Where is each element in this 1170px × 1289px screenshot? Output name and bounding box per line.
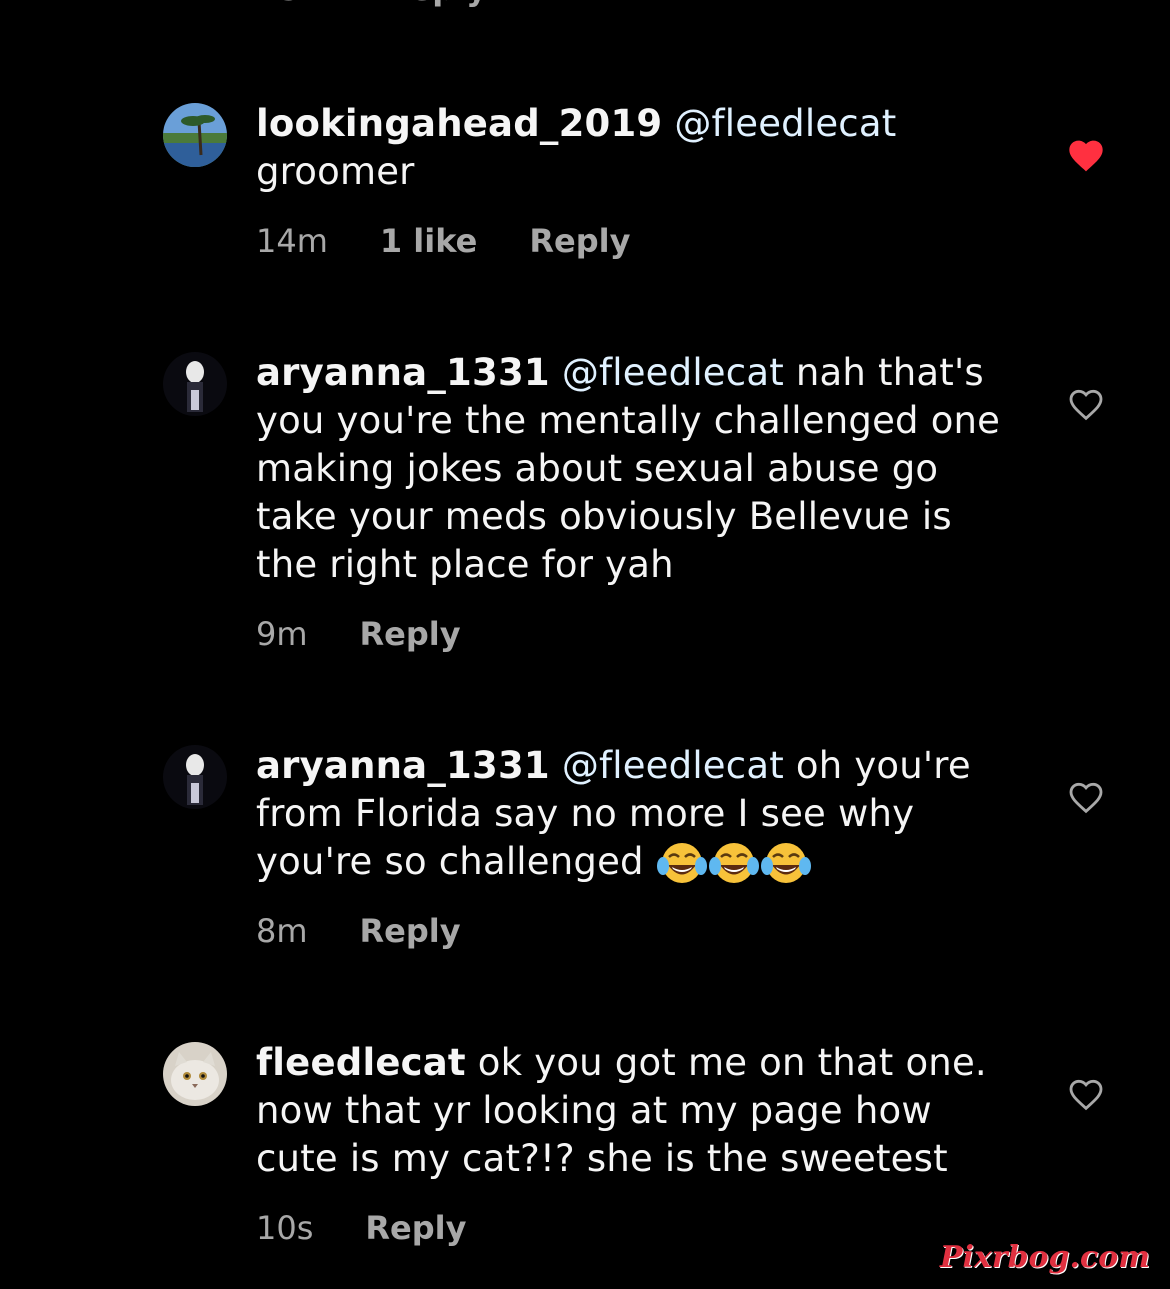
comment-reply-button[interactable]: Reply: [360, 912, 461, 950]
comment-time: 14m: [256, 222, 328, 260]
comment-mention[interactable]: @fleedlecat: [562, 351, 784, 394]
comment-username[interactable]: aryanna_1331: [256, 351, 550, 394]
comment-mention[interactable]: @fleedlecat: [562, 744, 784, 787]
face-with-tears-of-joy-icon: [656, 843, 707, 883]
face-with-tears-of-joy-icon: [708, 843, 759, 883]
comment-reply-button[interactable]: Reply: [365, 1209, 466, 1247]
previous-comment-time: 15m: [256, 0, 334, 8]
heart-outline-icon[interactable]: [1066, 778, 1106, 818]
comment-meta: 9m Reply: [256, 615, 461, 653]
comment-time: 8m: [256, 912, 308, 950]
heart-outline-icon[interactable]: [1066, 385, 1106, 425]
avatar-fleedlecat[interactable]: [163, 1042, 227, 1106]
comment-username[interactable]: lookingahead_2019: [256, 102, 662, 145]
comment-meta: 10s Reply: [256, 1209, 466, 1247]
avatar-aryanna[interactable]: [163, 745, 227, 809]
avatar-aryanna[interactable]: [163, 352, 227, 416]
face-with-tears-of-joy-icon: [760, 843, 811, 883]
comment-time: 9m: [256, 615, 308, 653]
avatar-lookingahead[interactable]: [163, 103, 227, 167]
comment-text: fleedlecat ok you got me on that one. no…: [256, 1039, 1016, 1183]
previous-comment-meta: 15m Reply: [256, 0, 487, 8]
comment-mention[interactable]: @fleedlecat: [674, 102, 896, 145]
comment-text: aryanna_1331 @fleedlecat nah that's you …: [256, 349, 1016, 589]
comment-likes-count[interactable]: 1 like: [380, 222, 477, 260]
heart-filled-icon[interactable]: [1066, 136, 1106, 176]
comment-reply-button[interactable]: Reply: [360, 615, 461, 653]
heart-outline-icon[interactable]: [1066, 1075, 1106, 1115]
comment-text: aryanna_1331 @fleedlecat oh you're from …: [256, 742, 1016, 886]
watermark: Pixrbog.com: [939, 1240, 1150, 1275]
previous-comment-reply-button[interactable]: Reply: [386, 0, 487, 8]
comment-username[interactable]: fleedlecat: [256, 1041, 466, 1084]
comment-reply-button[interactable]: Reply: [529, 222, 630, 260]
comment-meta: 14m 1 like Reply: [256, 222, 630, 260]
comment-body: groomer: [256, 150, 415, 193]
comment-text: lookingahead_2019 @fleedlecat groomer: [256, 100, 1016, 196]
comment-username[interactable]: aryanna_1331: [256, 744, 550, 787]
comment-time: 10s: [256, 1209, 314, 1247]
comment-meta: 8m Reply: [256, 912, 461, 950]
